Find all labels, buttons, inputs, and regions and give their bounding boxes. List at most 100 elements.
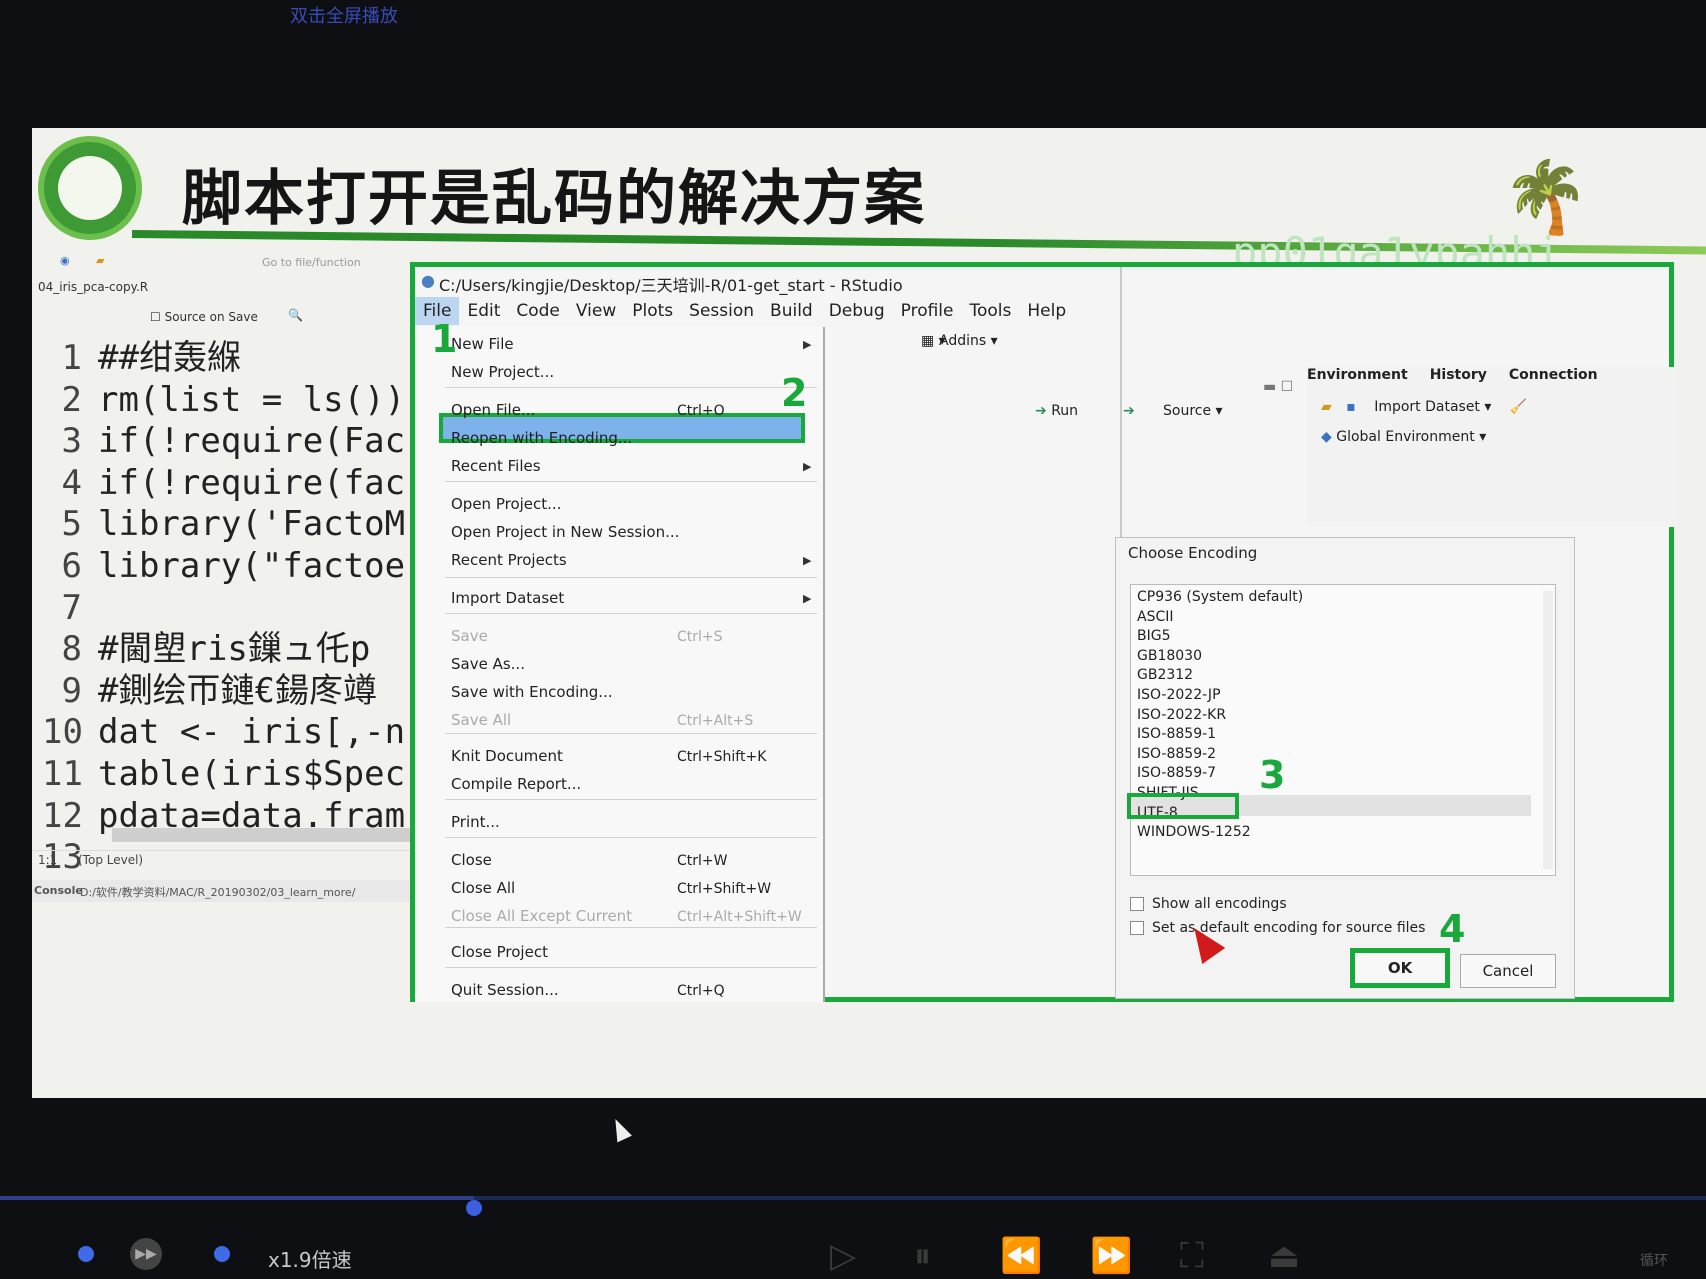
- menu-plots[interactable]: Plots: [624, 297, 681, 325]
- menu-tools[interactable]: Tools: [961, 297, 1019, 325]
- scope-level[interactable]: (Top Level): [78, 853, 143, 867]
- menu-item-recent-projects[interactable]: Recent Projects: [451, 551, 567, 569]
- encoding-option[interactable]: ISO-8859-2: [1137, 746, 1216, 762]
- code-line[interactable]: 9 #鍘绘帀鏈€鍚庝竴: [42, 671, 422, 713]
- global-env-selector[interactable]: ◆ Global Environment ▾: [1321, 429, 1486, 445]
- menu-item-import-dataset[interactable]: Import Dataset: [451, 589, 564, 607]
- encoding-option[interactable]: ISO-2022-KR: [1137, 707, 1226, 723]
- show-all-encodings-checkbox[interactable]: Show all encodings: [1130, 896, 1287, 912]
- code-line[interactable]: 5 library('FactoM: [42, 504, 422, 546]
- encoding-option[interactable]: ISO-8859-7: [1137, 765, 1216, 781]
- code-line[interactable]: 11 table(iris$Spec: [42, 754, 422, 796]
- playback-speed[interactable]: x1.9倍速: [268, 1244, 352, 1273]
- play-pause-button[interactable]: ▶▶: [130, 1238, 162, 1270]
- set-default-encoding-checkbox[interactable]: Set as default encoding for source files: [1130, 920, 1425, 936]
- checkbox-box[interactable]: [1130, 897, 1144, 911]
- code-line[interactable]: 10 dat <- iris[,-n: [42, 712, 422, 754]
- menu-item-close[interactable]: Close: [451, 851, 492, 869]
- run-arrow-icon: ➔: [1035, 403, 1047, 419]
- menu-item-close-all[interactable]: Close All: [451, 879, 515, 897]
- cancel-button[interactable]: Cancel: [1460, 954, 1556, 988]
- menu-item-knit-document[interactable]: Knit Document: [451, 747, 563, 765]
- menu-item-save-with-encoding[interactable]: Save with Encoding...: [451, 683, 613, 701]
- menu-item-new-file[interactable]: New File: [451, 335, 514, 353]
- menu-separator: [445, 927, 817, 928]
- encoding-option[interactable]: ASCII: [1137, 609, 1174, 625]
- tab-connection[interactable]: Connection: [1509, 367, 1598, 383]
- fullscreen-icon[interactable]: ⛶: [1180, 1236, 1204, 1276]
- menu-edit[interactable]: Edit: [459, 297, 508, 325]
- code-text: dat <- iris[,-n: [98, 712, 406, 753]
- code-line[interactable]: 7: [42, 588, 422, 630]
- menu-help[interactable]: Help: [1019, 297, 1074, 325]
- encoding-list[interactable]: CP936 (System default) ASCII BIG5 GB18030 GB…: [1127, 584, 1556, 876]
- code-line[interactable]: 3 if(!require(Fac: [42, 421, 422, 463]
- encoding-option[interactable]: BIG5: [1137, 628, 1171, 644]
- encoding-option[interactable]: ISO-8859-1: [1137, 726, 1216, 742]
- menu-profile[interactable]: Profile: [893, 297, 962, 325]
- ok-button[interactable]: OK: [1350, 948, 1450, 988]
- encoding-option[interactable]: GB18030: [1137, 648, 1202, 664]
- pause-icon[interactable]: ⏸: [914, 1236, 931, 1276]
- open-icon[interactable]: ▰: [96, 254, 104, 267]
- menu-view[interactable]: View: [568, 297, 624, 325]
- run-button[interactable]: ➔ Run: [1035, 403, 1078, 419]
- menu-code[interactable]: Code: [508, 297, 568, 325]
- main-toolbar: ▦ ▾ Addins ▾: [825, 327, 1125, 357]
- code-text: library("factoe: [98, 545, 406, 586]
- minimize-maximize-icon[interactable]: ▬ ☐: [1263, 379, 1293, 395]
- broom-icon[interactable]: 🧹: [1510, 399, 1527, 415]
- menu-item-save-as[interactable]: Save As...: [451, 655, 525, 673]
- menu-item-reopen-with-encoding[interactable]: Reopen with Encoding...: [451, 429, 632, 447]
- prev-dot-icon[interactable]: [78, 1246, 94, 1262]
- menu-debug[interactable]: Debug: [821, 297, 893, 325]
- menu-item-quit-session[interactable]: Quit Session...: [451, 981, 559, 999]
- fullscreen-hint: 双击全屏播放: [290, 6, 398, 27]
- encoding-option[interactable]: WINDOWS-1252: [1137, 824, 1251, 840]
- menu-item-compile-report[interactable]: Compile Report...: [451, 775, 581, 793]
- menu-item-new-project[interactable]: New Project...: [451, 363, 554, 381]
- encoding-list-scrollbar[interactable]: [1543, 591, 1553, 869]
- code-line[interactable]: 1 ##绀轰緥: [42, 338, 422, 380]
- code-line[interactable]: 4 if(!require(fac: [42, 463, 422, 505]
- rewind-icon[interactable]: ⏪: [1000, 1236, 1042, 1276]
- code-line[interactable]: 8 #閫塱ris鏁ュ仛p: [42, 629, 422, 671]
- checkbox-box[interactable]: [1130, 921, 1144, 935]
- code-line[interactable]: 6 library("factoe: [42, 546, 422, 588]
- video-progress-knob[interactable]: [466, 1200, 483, 1216]
- addins-menu[interactable]: Addins ▾: [939, 333, 998, 349]
- menu-item-open-project[interactable]: Open Project...: [451, 495, 561, 513]
- save-icon[interactable]: ▪: [1346, 399, 1356, 415]
- tab-history[interactable]: History: [1430, 367, 1487, 383]
- menu-build[interactable]: Build: [762, 297, 821, 325]
- menu-item-open-project-in-new-session[interactable]: Open Project in New Session...: [451, 523, 679, 541]
- menu-item-open-file[interactable]: Open File...: [451, 401, 535, 419]
- code-editor[interactable]: 1 ##绀轰緥 2 rm(list = ls()) 3 if(!require(Fac 4 i…: [42, 338, 422, 879]
- menu-item-recent-files[interactable]: Recent Files: [451, 457, 541, 475]
- new-file-icon[interactable]: ◉: [60, 254, 70, 267]
- play-icon[interactable]: ▷: [830, 1236, 856, 1276]
- editor-horizontal-scrollbar[interactable]: [112, 828, 412, 842]
- source-on-save-checkbox[interactable]: ☐ Source on Save: [150, 310, 258, 324]
- code-line[interactable]: 2 rm(list = ls()): [42, 380, 422, 422]
- cursor-position: 1:1: [38, 853, 58, 867]
- menu-session[interactable]: Session: [681, 297, 762, 325]
- menu-item-close-project[interactable]: Close Project: [451, 943, 548, 961]
- editor-tab[interactable]: 04_iris_pca-copy.R: [38, 280, 418, 302]
- encoding-option[interactable]: CP936 (System default): [1137, 589, 1303, 605]
- loop-toggle[interactable]: 循环: [1640, 1250, 1668, 1270]
- goto-file-input[interactable]: Go to file/function: [262, 256, 361, 269]
- tab-environment[interactable]: Environment: [1307, 367, 1408, 383]
- encoding-option[interactable]: ISO-2022-JP: [1137, 687, 1221, 703]
- open-folder-icon[interactable]: ▰: [1321, 399, 1332, 415]
- next-dot-icon[interactable]: [214, 1246, 230, 1262]
- search-icon[interactable]: 🔍: [288, 308, 303, 322]
- import-dataset-button[interactable]: Import Dataset ▾: [1374, 399, 1491, 415]
- rerun-icon[interactable]: ➔: [1123, 403, 1135, 419]
- source-button[interactable]: Source ▾: [1163, 403, 1223, 419]
- fast-forward-icon[interactable]: ⏩: [1090, 1236, 1132, 1276]
- encoding-option[interactable]: GB2312: [1137, 667, 1193, 683]
- eject-icon[interactable]: ⏏: [1268, 1236, 1300, 1276]
- menu-item-print[interactable]: Print...: [451, 813, 500, 831]
- console-label[interactable]: Console: [34, 884, 83, 897]
